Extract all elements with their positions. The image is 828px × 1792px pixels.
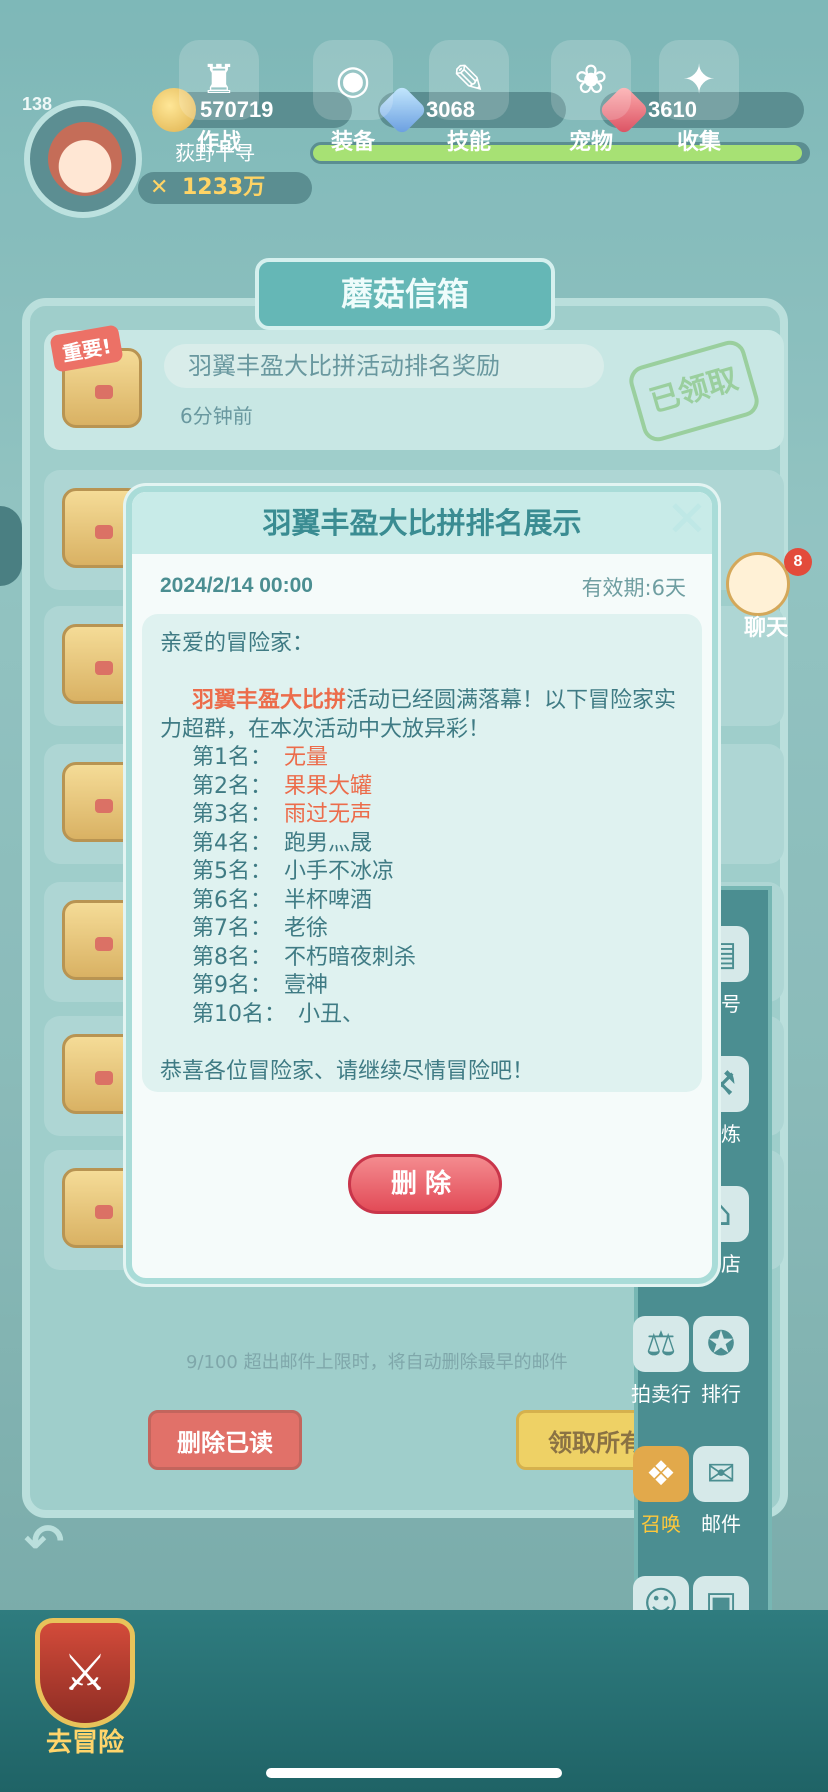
- dialog-date: 2024/2/14 00:00: [160, 574, 313, 597]
- rank-player-name: 小丑、: [298, 1001, 365, 1027]
- rank-label: 第4名：: [192, 830, 272, 856]
- rank-row: 第6名： 半杯啤酒: [160, 887, 684, 916]
- rank-row: 第2名： 果果大罐: [160, 773, 684, 802]
- chat-unread-badge: 8: [784, 548, 812, 576]
- closing-text: 恭喜各位冒险家、请继续尽情冒险吧！: [160, 1058, 535, 1084]
- rank-label: 第6名：: [192, 887, 272, 913]
- rank-row: 第9名： 壹神: [160, 972, 684, 1001]
- dialog-title: 羽翼丰盈大比拼排名展示: [262, 506, 582, 540]
- nav-collection[interactable]: ✦ 收集: [644, 40, 754, 155]
- rank-row: 第1名： 无量: [160, 744, 684, 773]
- greeting: 亲爱的冒险家：: [160, 631, 315, 656]
- rank-label: 第10名：: [192, 1001, 286, 1027]
- rank-label: 第5名：: [192, 859, 272, 884]
- collection-icon: ✦: [659, 40, 739, 120]
- rank-row: 第8名： 不朽暗夜刺杀: [160, 944, 684, 973]
- pet-icon: ❀: [551, 40, 631, 120]
- rank-label: 第3名：: [192, 802, 272, 827]
- chat-label: 聊天: [744, 616, 789, 641]
- dialog-body: 亲爱的冒险家： 羽翼丰盈大比拼活动已经圆满落幕！以下冒险家实力超群，在本次活动中…: [142, 614, 702, 1092]
- skill-book-icon: ✎: [429, 40, 509, 120]
- rank-row: 第10名： 小丑、: [160, 1001, 684, 1030]
- event-name: 羽翼丰盈大比拼: [192, 688, 347, 713]
- delete-button[interactable]: 删除: [348, 1154, 502, 1214]
- rank-row: 第4名： 跑男灬晟: [160, 830, 684, 859]
- battle-icon: ♜: [179, 40, 259, 120]
- mail-icon: ✉: [693, 1446, 749, 1502]
- nav-battle[interactable]: ♜ 作战: [164, 40, 274, 155]
- rank-player-name: 半杯啤酒: [284, 887, 373, 913]
- rank-player-name: 老徐: [284, 916, 329, 941]
- nav-label: 收集: [676, 130, 721, 155]
- close-icon[interactable]: ✕: [662, 494, 712, 546]
- nav-label: 技能: [446, 130, 491, 155]
- rank-player-name: 果果大罐: [284, 773, 373, 799]
- side-item-ranking[interactable]: ✪ 排行: [686, 1316, 756, 1416]
- side-item-label: 排行: [701, 1382, 741, 1406]
- nav-adventure[interactable]: ⚔ 去冒险: [30, 1618, 140, 1768]
- medal-icon: ✪: [693, 1316, 749, 1372]
- intro-paragraph: 羽翼丰盈大比拼活动已经圆满落幕！以下冒险家实力超群，在本次活动中大放异彩！: [160, 687, 684, 744]
- rank-player-name: 雨过无声: [284, 802, 373, 827]
- dialog-expiry: 有效期:6天: [581, 576, 686, 600]
- nav-label: 作战: [196, 130, 241, 155]
- rank-player-name: 不朽暗夜刺杀: [284, 944, 417, 970]
- cannon-icon: ◉: [313, 40, 393, 120]
- nav-pets[interactable]: ❀ 宠物: [536, 40, 646, 155]
- rank-label: 第8名：: [192, 944, 272, 970]
- nav-equipment[interactable]: ◉ 装备: [298, 40, 408, 155]
- nav-skills[interactable]: ✎ 技能: [414, 40, 524, 155]
- ranking-dialog: 羽翼丰盈大比拼排名展示 ✕ 2024/2/14 00:00 有效期:6天 亲爱的…: [126, 486, 718, 1284]
- rank-label: 第1名：: [192, 745, 272, 770]
- rank-label: 第7名：: [192, 916, 272, 941]
- nav-label: 去冒险: [45, 1728, 124, 1758]
- dialog-header: 羽翼丰盈大比拼排名展示 ✕: [132, 492, 712, 554]
- rank-player-name: 无量: [284, 745, 329, 770]
- left-drawer-handle[interactable]: [0, 506, 22, 586]
- rank-row: 第5名： 小手不冰凉: [160, 858, 684, 887]
- chat-bubble-icon: [726, 552, 790, 616]
- rank-label: 第2名：: [192, 773, 272, 799]
- side-item-mail[interactable]: ✉ 邮件: [686, 1446, 756, 1546]
- rank-player-name: 跑男灬晟: [284, 830, 373, 856]
- auction-icon: ⚖: [633, 1316, 689, 1372]
- summon-icon: ❖: [633, 1446, 689, 1502]
- rank-player-name: 壹神: [284, 973, 329, 998]
- home-indicator[interactable]: [266, 1768, 562, 1778]
- rank-label: 第9名：: [192, 973, 272, 998]
- rank-row: 第3名： 雨过无声: [160, 801, 684, 830]
- nav-label: 宠物: [568, 130, 613, 155]
- nav-label: 装备: [330, 130, 375, 155]
- side-item-label: 邮件: [701, 1512, 741, 1536]
- chat-button[interactable]: 8 聊天: [722, 548, 818, 644]
- rank-player-name: 小手不冰凉: [284, 859, 395, 884]
- adventure-icon: ⚔: [35, 1618, 135, 1728]
- rank-row: 第7名： 老徐: [160, 915, 684, 944]
